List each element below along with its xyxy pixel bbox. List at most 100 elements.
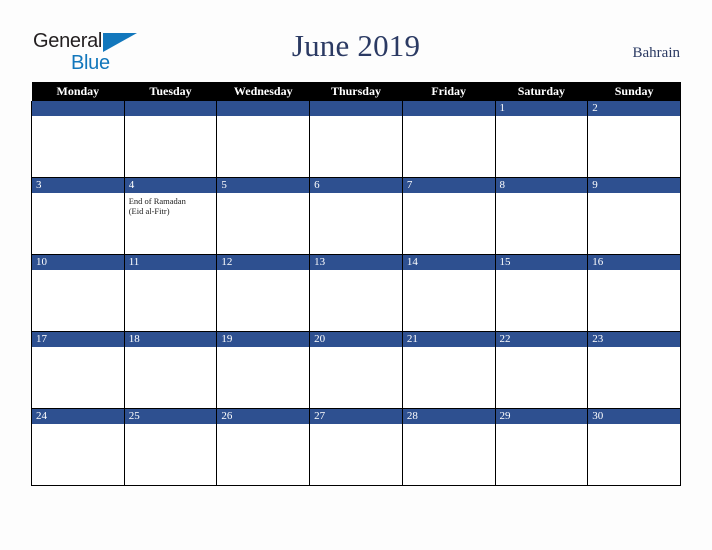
day-number: 18	[124, 332, 217, 347]
day-number: 9	[588, 178, 680, 193]
day-cell-inner: 10	[32, 255, 124, 331]
calendar-week-row: 12	[31, 101, 681, 178]
day-number	[402, 101, 495, 116]
calendar-day-cell[interactable]: 7	[401, 177, 496, 255]
day-number: 20	[310, 332, 402, 347]
calendar-day-cell[interactable]: 22	[494, 331, 589, 409]
calendar-page: General Blue June 2019 Bahrain Monday Tu…	[0, 0, 712, 550]
page-title: June 2019	[291, 28, 421, 63]
calendar-day-cell[interactable]: 11	[123, 254, 218, 332]
day-cell-inner: 26	[217, 409, 310, 485]
day-cell-inner: 25	[124, 409, 217, 485]
day-number: 29	[495, 409, 588, 424]
event-line: End of Ramadan	[128, 196, 186, 206]
calendar-day-cell[interactable]: 23	[587, 331, 681, 409]
day-number: 25	[124, 409, 217, 424]
day-cell-inner: 29	[495, 409, 588, 485]
calendar-empty-cell	[216, 101, 311, 178]
day-cell-inner: 8	[495, 178, 588, 254]
event-label: End of Ramadan (Eid al-Fitr)	[125, 193, 217, 216]
day-number: 1	[495, 101, 588, 116]
calendar-day-cell[interactable]: 20	[309, 331, 403, 409]
day-cell-inner: 30	[588, 409, 680, 485]
day-number: 16	[588, 255, 680, 270]
calendar-day-cell[interactable]: 26	[216, 408, 311, 486]
calendar-day-cell[interactable]: 27	[309, 408, 403, 486]
calendar-day-cell[interactable]: 24	[31, 408, 125, 486]
calendar-empty-cell	[401, 101, 496, 178]
day-number: 17	[32, 332, 124, 347]
calendar-week-row: 3 4 End of Ramadan (Eid al-Fitr) 5 6 7 8 9	[31, 177, 681, 255]
day-number: 3	[32, 178, 124, 193]
calendar-day-cell[interactable]: 12	[216, 254, 311, 332]
day-cell-inner: 4 End of Ramadan (Eid al-Fitr)	[124, 178, 217, 254]
calendar-day-cell[interactable]: 15	[494, 254, 589, 332]
day-number	[217, 101, 310, 116]
day-number	[310, 101, 402, 116]
weekday-header-monday: Monday	[31, 82, 125, 101]
event-line: (Eid al-Fitr)	[128, 206, 170, 216]
calendar-week-row: 10 11 12 13 14 15 16	[31, 254, 681, 332]
calendar-day-cell[interactable]: 9	[587, 177, 681, 255]
day-cell-inner: 19	[217, 332, 310, 408]
day-number: 2	[588, 101, 680, 116]
day-number: 26	[217, 409, 310, 424]
day-cell-inner: 27	[310, 409, 402, 485]
day-cell-inner: 16	[588, 255, 680, 331]
calendar-day-cell[interactable]: 25	[123, 408, 218, 486]
weekday-header-row: Monday Tuesday Wednesday Thursday Friday…	[31, 82, 681, 101]
calendar-day-cell[interactable]: 10	[31, 254, 125, 332]
day-cell-inner: 24	[32, 409, 124, 485]
day-number: 12	[217, 255, 310, 270]
day-number: 21	[402, 332, 495, 347]
day-number: 7	[402, 178, 495, 193]
day-cell-inner: 17	[32, 332, 124, 408]
day-number	[32, 101, 124, 116]
calendar-day-cell[interactable]: 5	[216, 177, 311, 255]
day-cell-inner: 2	[588, 101, 680, 177]
day-number: 11	[124, 255, 217, 270]
weekday-header-wednesday: Wednesday	[216, 82, 310, 101]
calendar-empty-cell	[31, 101, 125, 178]
day-number: 6	[310, 178, 402, 193]
day-number: 5	[217, 178, 310, 193]
calendar-day-cell[interactable]: 16	[587, 254, 681, 332]
calendar-day-cell[interactable]: 14	[401, 254, 496, 332]
calendar-day-cell[interactable]: 4 End of Ramadan (Eid al-Fitr)	[123, 177, 218, 255]
day-number: 22	[495, 332, 588, 347]
calendar-grid: Monday Tuesday Wednesday Thursday Friday…	[31, 82, 681, 486]
calendar-day-cell[interactable]: 6	[309, 177, 403, 255]
calendar-day-cell[interactable]: 13	[309, 254, 403, 332]
day-cell-inner: 3	[32, 178, 124, 254]
calendar-day-cell[interactable]: 8	[494, 177, 589, 255]
page-header: General Blue June 2019 Bahrain	[0, 0, 712, 82]
day-cell-inner	[124, 101, 217, 177]
day-number: 24	[32, 409, 124, 424]
calendar-week-row: 24 25 26 27 28 29 30	[31, 408, 681, 486]
day-number: 4	[124, 178, 217, 193]
day-number	[124, 101, 217, 116]
weekday-header-friday: Friday	[402, 82, 496, 101]
calendar-day-cell[interactable]: 19	[216, 331, 311, 409]
calendar-day-cell[interactable]: 29	[494, 408, 589, 486]
day-cell-inner: 11	[124, 255, 217, 331]
day-cell-inner: 6	[310, 178, 402, 254]
day-number: 19	[217, 332, 310, 347]
calendar-day-cell[interactable]: 3	[31, 177, 125, 255]
day-cell-inner: 15	[495, 255, 588, 331]
calendar-week-row: 17 18 19 20 21 22 23	[31, 331, 681, 409]
calendar-day-cell[interactable]: 30	[587, 408, 681, 486]
day-cell-inner	[32, 101, 124, 177]
day-cell-inner: 12	[217, 255, 310, 331]
calendar-day-cell[interactable]: 28	[401, 408, 496, 486]
calendar-day-cell[interactable]: 1	[494, 101, 589, 178]
calendar-day-cell[interactable]: 17	[31, 331, 125, 409]
day-number: 14	[402, 255, 495, 270]
calendar-day-cell[interactable]: 18	[123, 331, 218, 409]
day-cell-inner	[310, 101, 402, 177]
calendar-day-cell[interactable]: 2	[587, 101, 681, 178]
calendar-day-cell[interactable]: 21	[401, 331, 496, 409]
day-cell-inner: 7	[402, 178, 495, 254]
calendar-empty-cell	[309, 101, 403, 178]
country-label: Bahrain	[632, 45, 680, 61]
